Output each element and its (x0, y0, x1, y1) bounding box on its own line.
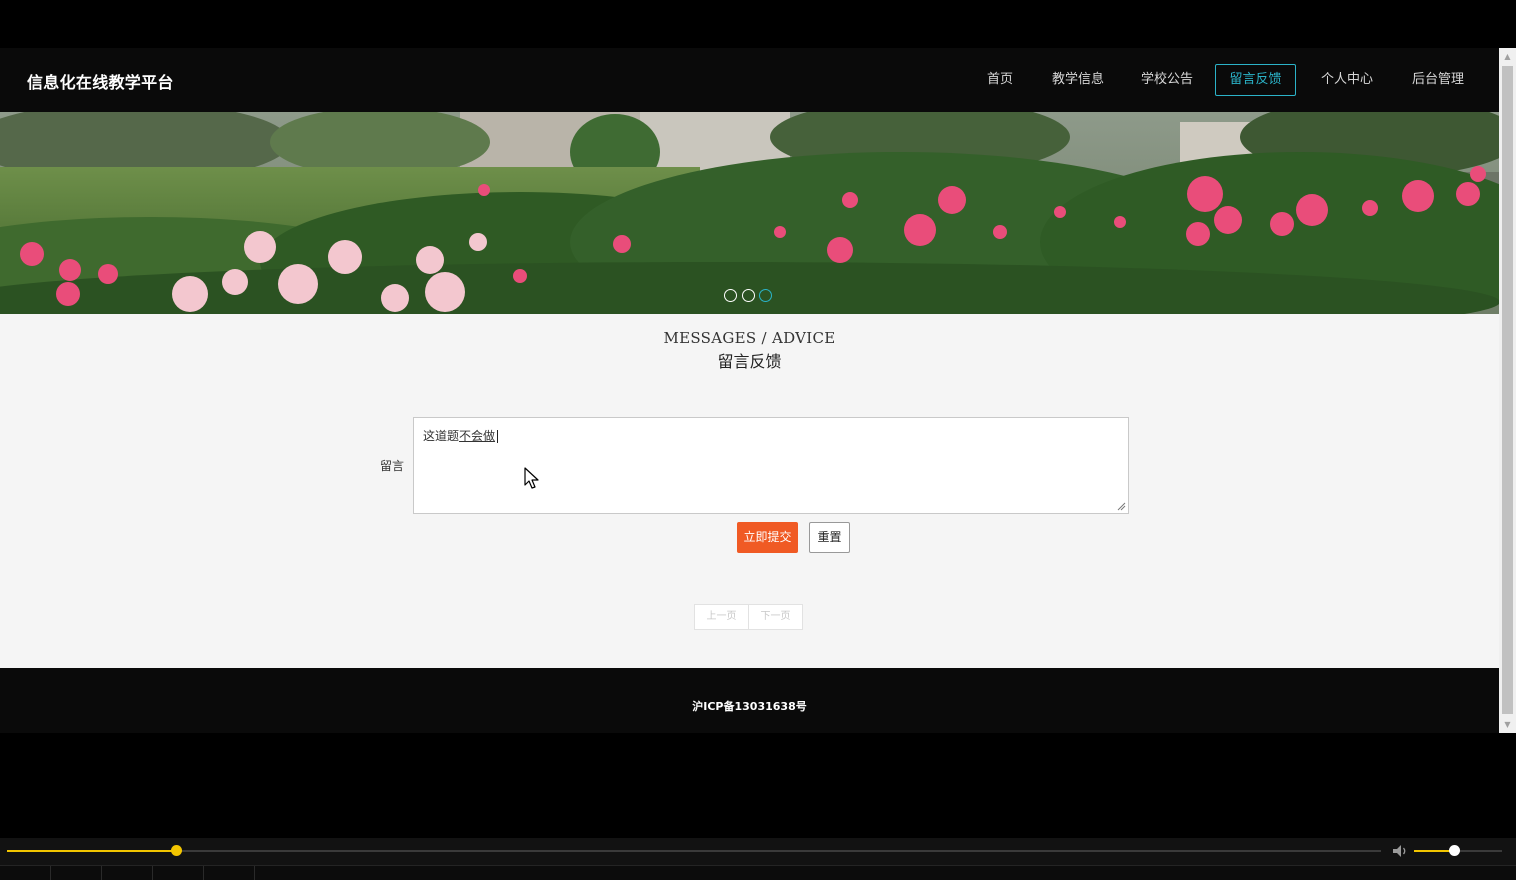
nav-item-admin[interactable]: 后台管理 (1410, 64, 1466, 96)
message-value: 这道题不会做 (423, 427, 499, 444)
player-bar-divider (203, 866, 204, 880)
player-bar-divider (101, 866, 102, 880)
section-title-en: MESSAGES / ADVICE (663, 329, 836, 347)
nav-item-home[interactable]: 首页 (985, 64, 1015, 96)
section-title-cn: 留言反馈 (717, 352, 782, 371)
next-page-button[interactable]: 下一页 (748, 604, 803, 630)
video-player-controls (0, 838, 1516, 880)
player-bottom-bar (0, 865, 1516, 880)
banner-image (0, 112, 1499, 314)
scroll-down-arrow-icon[interactable]: ▼ (1499, 716, 1516, 733)
site-footer: 沪ICP备13031638号 (0, 668, 1499, 733)
volume-icon[interactable] (1391, 843, 1409, 859)
site-brand[interactable]: 信息化在线教学平台 (27, 69, 174, 93)
section-heading: MESSAGES / ADVICE 留言反馈 (0, 329, 1499, 372)
browser-viewport: 信息化在线教学平台 首页 教学信息 学校公告 留言反馈 个人中心 后台管理 ME… (0, 48, 1499, 733)
reset-button[interactable]: 重置 (809, 522, 850, 553)
submit-button[interactable]: 立即提交 (737, 522, 798, 553)
top-navbar: 信息化在线教学平台 首页 教学信息 学校公告 留言反馈 个人中心 后台管理 (0, 48, 1499, 112)
message-label: 留言 (380, 459, 405, 473)
nav-item-teaching-info[interactable]: 教学信息 (1050, 64, 1106, 96)
scroll-up-arrow-icon[interactable]: ▲ (1499, 48, 1516, 65)
text-caret (497, 430, 499, 443)
carousel-dot-3[interactable] (759, 289, 772, 302)
nav-item-feedback[interactable]: 留言反馈 (1215, 64, 1296, 96)
message-textarea[interactable]: 这道题不会做 (413, 417, 1129, 514)
volume-slider-knob[interactable] (1448, 845, 1460, 856)
icp-license[interactable]: 沪ICP备13031638号 (0, 698, 1499, 714)
prev-page-button[interactable]: 上一页 (694, 604, 749, 630)
playback-progress-fill (7, 850, 176, 852)
message-value-composing: 不会做 (459, 429, 496, 443)
nav-item-announcements[interactable]: 学校公告 (1139, 64, 1195, 96)
carousel-dot-1[interactable] (724, 289, 737, 302)
volume-slider-track[interactable] (1414, 845, 1502, 856)
player-bar-divider (254, 866, 255, 880)
mouse-pointer-icon (524, 467, 539, 489)
player-bar-divider (152, 866, 153, 880)
playback-progress-knob[interactable] (171, 845, 182, 856)
playback-progress-track[interactable] (7, 845, 1381, 856)
volume-slider-fill (1414, 850, 1454, 852)
nav-item-profile[interactable]: 个人中心 (1319, 64, 1375, 96)
vertical-scrollbar[interactable]: ▲ ▼ (1499, 48, 1516, 733)
hero-banner-carousel[interactable] (0, 112, 1499, 314)
scrollbar-thumb[interactable] (1502, 66, 1513, 714)
message-value-plain: 这道题 (423, 429, 460, 443)
resize-grip-icon[interactable] (1117, 502, 1126, 511)
player-bar-divider (50, 866, 51, 880)
carousel-dot-2[interactable] (742, 289, 755, 302)
